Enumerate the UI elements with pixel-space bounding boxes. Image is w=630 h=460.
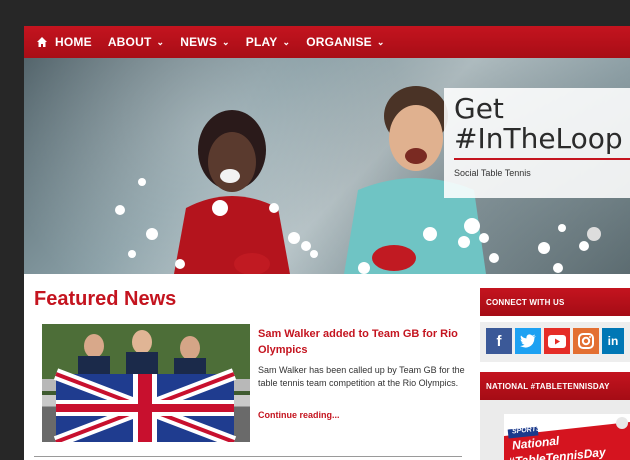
news-excerpt: Sam Walker has been called up by Team GB… [258, 365, 465, 388]
nav-label-play: PLAY [245, 35, 278, 49]
table-tennis-day-banner[interactable]: SPORTS National #TableTennisDay [504, 414, 630, 460]
nav-item-organise[interactable]: ORGANISE ⌄ [306, 35, 384, 49]
table-tennis-day-widget: SPORTS National #TableTennisDay [480, 400, 630, 460]
nav-label-about: ABOUT [107, 35, 152, 49]
chevron-down-icon: ⌄ [156, 36, 165, 47]
nav-item-news[interactable]: NEWS ⌄ [180, 35, 230, 49]
connect-with-us-header: CONNECT WITH US [480, 288, 630, 316]
table-tennis-day-header: NATIONAL #TABLETENNISDAY [480, 372, 630, 400]
continue-reading-link[interactable]: Continue reading... [258, 410, 340, 420]
chevron-down-icon: ⌄ [282, 36, 291, 47]
facebook-button[interactable]: f [486, 328, 512, 354]
nav-label-organise: ORGANISE [306, 35, 372, 49]
social-links: f in [480, 322, 630, 362]
hero-title-line1: Get [454, 92, 504, 125]
featured-news-title: Featured News [34, 288, 177, 310]
chevron-down-icon: ⌄ [222, 36, 230, 47]
hero-subtitle: Social Table Tennis [454, 168, 531, 178]
nav-item-about[interactable]: ABOUT ⌄ [108, 35, 164, 49]
instagram-icon [578, 333, 594, 349]
linkedin-icon: in [607, 334, 619, 348]
youtube-icon [548, 334, 566, 348]
instagram-button[interactable] [573, 328, 599, 354]
nav-item-play[interactable]: PLAY ⌄ [246, 35, 290, 49]
hero-text-panel: Get #InTheLoop Social Table Tennis [444, 88, 630, 198]
news-headline-link[interactable]: Sam Walker added to Team GB for Rio Olym… [258, 326, 458, 358]
nav-item-home[interactable]: HOME [36, 35, 92, 49]
main-nav: HOME ABOUT ⌄ NEWS ⌄ PLAY ⌄ ORGANISE ⌄ [24, 26, 630, 58]
content-divider [34, 456, 462, 457]
twitter-button[interactable] [515, 328, 541, 354]
home-icon [37, 37, 47, 47]
hero-title-line2: #InTheLoop [454, 122, 623, 155]
news-thumbnail[interactable] [42, 324, 250, 442]
nav-label-news: NEWS [180, 35, 218, 49]
chevron-down-icon: ⌄ [376, 36, 385, 47]
site-frame: HOME ABOUT ⌄ NEWS ⌄ PLAY ⌄ ORGANISE ⌄ Ge… [24, 26, 630, 460]
linkedin-button[interactable]: in [602, 328, 624, 354]
facebook-icon: f [496, 332, 502, 350]
nav-label-home: HOME [55, 35, 92, 49]
team-photo-image [42, 324, 250, 442]
hero-rule [454, 158, 630, 160]
twitter-icon [520, 334, 536, 348]
youtube-button[interactable] [544, 328, 570, 354]
hero-banner[interactable]: Get #InTheLoop Social Table Tennis [24, 58, 630, 274]
